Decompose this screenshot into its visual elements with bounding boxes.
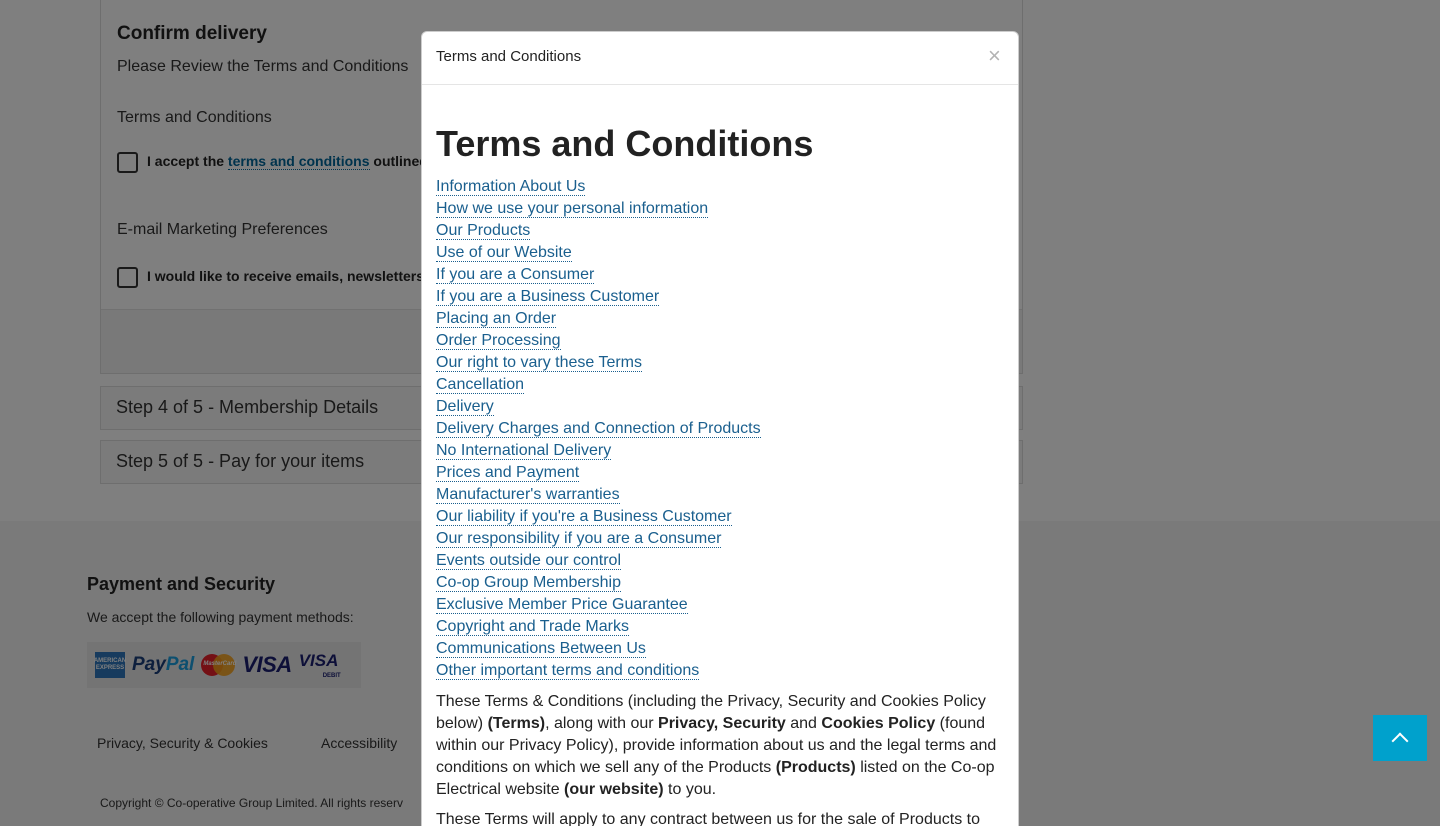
toc-link[interactable]: Our responsibility if you are a Consumer: [436, 530, 722, 548]
toc-item: No International Delivery: [436, 440, 1004, 462]
chevron-up-icon: [1391, 732, 1409, 750]
toc-link[interactable]: Manufacturer's warranties: [436, 486, 620, 504]
toc-link[interactable]: No International Delivery: [436, 442, 612, 460]
terms-modal: Terms and Conditions × Terms and Conditi…: [421, 31, 1019, 826]
toc-item: Delivery: [436, 396, 1004, 418]
scroll-to-top-button[interactable]: [1373, 715, 1427, 761]
close-icon[interactable]: ×: [988, 45, 1001, 67]
toc-link[interactable]: Copyright and Trade Marks: [436, 618, 629, 636]
toc-link[interactable]: Order Processing: [436, 332, 561, 350]
toc-item: Our liability if you're a Business Custo…: [436, 506, 1004, 528]
terms-heading: Terms and Conditions: [436, 123, 814, 164]
toc-item: Cancellation: [436, 374, 1004, 396]
toc-item: Our Products: [436, 220, 1004, 242]
toc-link[interactable]: Placing an Order: [436, 310, 557, 328]
intro-text-3: and: [785, 715, 822, 732]
toc-item: If you are a Consumer: [436, 264, 1004, 286]
toc-item: Delivery Charges and Connection of Produ…: [436, 418, 1004, 440]
toc-item: Placing an Order: [436, 308, 1004, 330]
toc-item: Prices and Payment: [436, 462, 1004, 484]
toc-link[interactable]: Exclusive Member Price Guarantee: [436, 596, 688, 614]
intro-bold-privacy: Privacy, Security: [658, 715, 786, 732]
toc-item: How we use your personal information: [436, 198, 1004, 220]
toc-item: Copyright and Trade Marks: [436, 616, 1004, 638]
toc-link[interactable]: Delivery: [436, 398, 494, 416]
toc-item: Our right to vary these Terms: [436, 352, 1004, 374]
toc-link[interactable]: If you are a Consumer: [436, 266, 595, 284]
toc-link[interactable]: Prices and Payment: [436, 464, 580, 482]
toc-link[interactable]: Our liability if you're a Business Custo…: [436, 508, 732, 526]
toc-item: Information About Us: [436, 176, 1004, 198]
toc-link[interactable]: Co-op Group Membership: [436, 574, 621, 592]
toc-link[interactable]: If you are a Business Customer: [436, 288, 660, 306]
modal-body: Terms and Conditions Information About U…: [436, 122, 1004, 826]
toc-link[interactable]: Our right to vary these Terms: [436, 354, 642, 372]
terms-intro-paragraph: These Terms & Conditions (including the …: [436, 691, 1004, 801]
toc-link[interactable]: Cancellation: [436, 376, 525, 394]
toc-link[interactable]: Information About Us: [436, 178, 586, 196]
intro-text-6: to you.: [663, 781, 717, 798]
toc-item: Order Processing: [436, 330, 1004, 352]
intro-bold-website: (our website): [564, 781, 664, 798]
intro-bold-products: (Products): [775, 759, 856, 776]
toc-link[interactable]: Delivery Charges and Connection of Produ…: [436, 420, 761, 438]
intro-bold-terms: (Terms): [487, 715, 546, 732]
toc-link[interactable]: Our Products: [436, 222, 531, 240]
toc-item: Co-op Group Membership: [436, 572, 1004, 594]
modal-title: Terms and Conditions: [436, 48, 582, 65]
toc-item: Manufacturer's warranties: [436, 484, 1004, 506]
toc-item: Use of our Website: [436, 242, 1004, 264]
modal-header: Terms and Conditions ×: [422, 32, 1018, 85]
toc-item: Exclusive Member Price Guarantee: [436, 594, 1004, 616]
terms-table-of-contents: Information About Us How we use your pers…: [436, 176, 1004, 682]
toc-item: Communications Between Us: [436, 638, 1004, 660]
toc-link[interactable]: Use of our Website: [436, 244, 572, 262]
toc-link[interactable]: How we use your personal information: [436, 200, 709, 218]
toc-item: Other important terms and conditions: [436, 660, 1004, 682]
intro-text-2: , along with our: [545, 715, 659, 732]
toc-link[interactable]: Other important terms and conditions: [436, 662, 700, 680]
toc-item: If you are a Business Customer: [436, 286, 1004, 308]
toc-item: Events outside our control: [436, 550, 1004, 572]
toc-link[interactable]: Events outside our control: [436, 552, 621, 570]
toc-link[interactable]: Communications Between Us: [436, 640, 646, 658]
toc-item: Our responsibility if you are a Consumer: [436, 528, 1004, 550]
terms-second-paragraph: These Terms will apply to any contract b…: [436, 811, 980, 826]
intro-bold-cookies: Cookies Policy: [821, 715, 936, 732]
